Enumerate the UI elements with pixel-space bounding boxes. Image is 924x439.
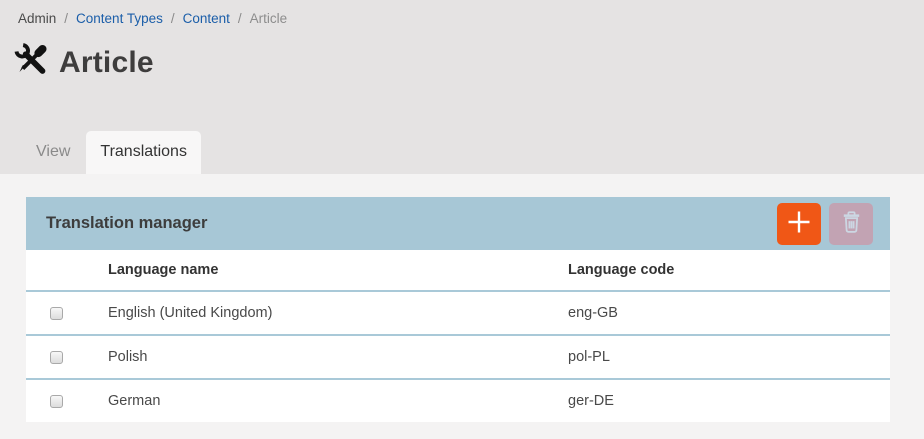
translation-manager-card: Translation manager (26, 197, 890, 422)
breadcrumb-item-admin: Admin (18, 11, 56, 26)
tab-view[interactable]: View (20, 131, 86, 174)
tab-translations[interactable]: Translations (86, 131, 201, 174)
table-row: English (United Kingdom)eng-GB (26, 291, 890, 335)
page-title: Article (59, 46, 154, 80)
translations-table: Language name Language code English (Uni… (26, 250, 890, 422)
card-title: Translation manager (46, 214, 777, 233)
delete-translation-button[interactable] (829, 203, 873, 245)
plus-icon (786, 209, 812, 238)
translation-manager-header: Translation manager (26, 197, 890, 250)
page-title-row: Article (13, 41, 924, 84)
language-code-column-header: Language code (568, 250, 890, 291)
language-name-cell: English (United Kingdom) (108, 291, 568, 335)
table-row: Polishpol-PL (26, 335, 890, 379)
checkbox-cell (26, 335, 108, 379)
language-code-cell: pol-PL (568, 335, 890, 379)
tab-bar: ViewTranslations (20, 131, 201, 174)
language-name-cell: Polish (108, 335, 568, 379)
table-row: Germanger-DE (26, 379, 890, 422)
breadcrumb-item-article: Article (250, 11, 288, 26)
language-code-cell: eng-GB (568, 291, 890, 335)
breadcrumb-item-content-types[interactable]: Content Types (76, 11, 163, 26)
breadcrumb-item-content[interactable]: Content (183, 11, 230, 26)
content-area: Translation manager (0, 174, 924, 439)
checkbox-cell (26, 291, 108, 335)
checkbox-column-header (26, 250, 108, 291)
row-checkbox[interactable] (50, 351, 63, 364)
table-header-row: Language name Language code (26, 250, 890, 291)
add-translation-button[interactable] (777, 203, 821, 245)
breadcrumb-separator: / (238, 11, 242, 26)
breadcrumb-separator: / (171, 11, 175, 26)
checkbox-cell (26, 379, 108, 422)
language-name-column-header: Language name (108, 250, 568, 291)
language-name-cell: German (108, 379, 568, 422)
translations-table-body: English (United Kingdom)eng-GBPolishpol-… (26, 291, 890, 422)
row-checkbox[interactable] (50, 395, 63, 408)
tools-icon (13, 41, 50, 84)
trash-icon (839, 209, 864, 238)
language-code-cell: ger-DE (568, 379, 890, 422)
row-checkbox[interactable] (50, 307, 63, 320)
breadcrumb-separator: / (64, 11, 68, 26)
breadcrumb: Admin / Content Types / Content / Article (0, 0, 924, 26)
page-header-section: Admin / Content Types / Content / Article Arti… (0, 0, 924, 174)
